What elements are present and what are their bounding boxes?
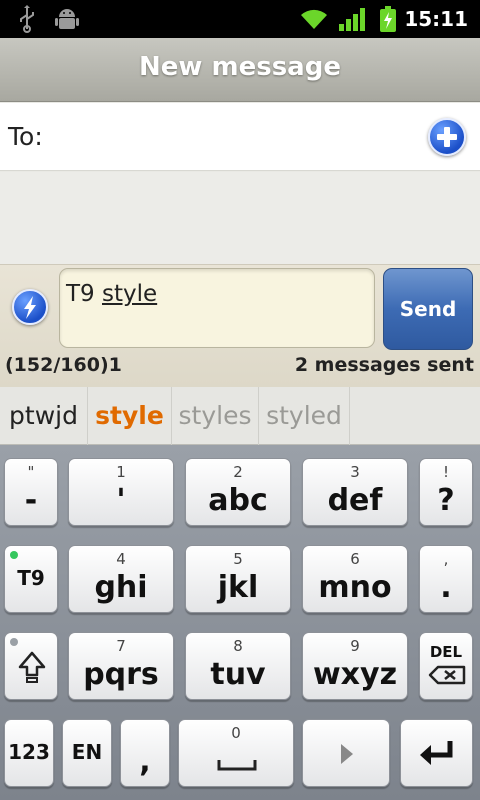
add-contact-button[interactable] [428, 118, 466, 156]
battery-charging-icon [380, 6, 396, 32]
key-1[interactable]: 1 ' [68, 458, 174, 526]
key-5[interactable]: 5 jkl [185, 545, 291, 613]
key-enter[interactable] [400, 719, 473, 787]
title-bar: New message [0, 38, 480, 102]
suggestion-item[interactable]: styles [172, 387, 259, 445]
key-shift[interactable] [4, 632, 58, 700]
key-language[interactable]: EN [62, 719, 112, 787]
key-top-label: ! [442, 463, 449, 481]
key-number: 8 [233, 637, 243, 655]
key-number: 4 [116, 550, 126, 568]
key-123-mode[interactable]: 123 [4, 719, 54, 787]
backspace-icon [428, 665, 466, 685]
key-label: jkl [217, 570, 259, 605]
key-period[interactable]: , . [419, 545, 473, 613]
key-label: pqrs [83, 657, 159, 692]
key-number: 6 [350, 550, 360, 568]
key-label: , [139, 744, 151, 779]
key-label: ghi [94, 570, 148, 605]
suggestion-bar: ptwjd style styles styled [0, 387, 480, 445]
suggestion-item[interactable]: styled [259, 387, 350, 445]
enter-icon [420, 741, 453, 765]
key-comma[interactable]: , [120, 719, 170, 787]
signal-icon [339, 8, 365, 31]
status-bar: 15:11 [0, 0, 480, 38]
to-label: To: [8, 122, 43, 151]
key-label: mno [318, 570, 392, 605]
key-number: 5 [233, 550, 243, 568]
key-top-label: , [443, 550, 449, 568]
key-number: 9 [350, 637, 360, 655]
key-2[interactable]: 2 abc [185, 458, 291, 526]
key-number: 7 [116, 637, 126, 655]
key-next[interactable] [302, 719, 390, 787]
clock: 15:11 [404, 7, 468, 31]
key-label: ? [437, 483, 455, 518]
key-label: EN [71, 740, 103, 764]
key-0-space[interactable]: 0 [178, 719, 294, 787]
key-delete[interactable]: DEL [419, 632, 473, 700]
key-4[interactable]: 4 ghi [68, 545, 174, 613]
key-3[interactable]: 3 def [302, 458, 408, 526]
key-number: 3 [350, 463, 360, 481]
usb-icon [20, 5, 34, 33]
key-label: ' [116, 483, 126, 518]
key-label: abc [208, 483, 268, 518]
suggestion-item-selected[interactable]: style [88, 387, 172, 445]
key-number: 0 [231, 724, 241, 742]
key-label: DEL [429, 643, 463, 661]
quick-text-button[interactable] [12, 289, 48, 325]
send-button[interactable]: Send [383, 268, 473, 350]
lightning-icon [24, 296, 36, 319]
conversation-area [0, 172, 480, 264]
key-hyphen[interactable]: " - [4, 458, 58, 526]
key-label: 123 [8, 740, 50, 764]
composing-word: style [102, 281, 158, 307]
key-9[interactable]: 9 wxyz [302, 632, 408, 700]
key-6[interactable]: 6 mno [302, 545, 408, 613]
key-8[interactable]: 8 tuv [185, 632, 291, 700]
key-7[interactable]: 7 pqrs [68, 632, 174, 700]
wifi-icon [301, 9, 327, 29]
key-label: def [327, 483, 383, 518]
key-number: 2 [233, 463, 243, 481]
typed-prefix: T9 [66, 281, 102, 307]
key-label: . [440, 570, 452, 605]
key-label: tuv [210, 657, 266, 692]
shift-indicator [10, 638, 18, 646]
plus-icon [437, 127, 457, 147]
page-title: New message [139, 52, 341, 82]
message-text: T9 style [66, 281, 157, 307]
key-label: - [24, 483, 38, 518]
key-t9-toggle[interactable]: T9 [4, 545, 58, 613]
recipient-field[interactable]: To: [0, 103, 480, 171]
key-top-label: " [27, 463, 35, 481]
key-label: wxyz [312, 657, 398, 692]
key-label: T9 [17, 566, 45, 590]
shift-icon [18, 651, 46, 683]
suggestion-item[interactable]: ptwjd [0, 387, 88, 445]
sent-status: 2 messages sent [294, 354, 474, 376]
key-number: 1 [116, 463, 126, 481]
space-icon [217, 760, 257, 771]
message-input[interactable]: T9 style [59, 268, 375, 348]
t9-indicator [10, 551, 18, 559]
character-counter: (152/160)1 [5, 354, 122, 376]
android-debug-icon [55, 9, 79, 29]
arrow-right-icon [341, 744, 353, 764]
key-question[interactable]: ! ? [419, 458, 473, 526]
